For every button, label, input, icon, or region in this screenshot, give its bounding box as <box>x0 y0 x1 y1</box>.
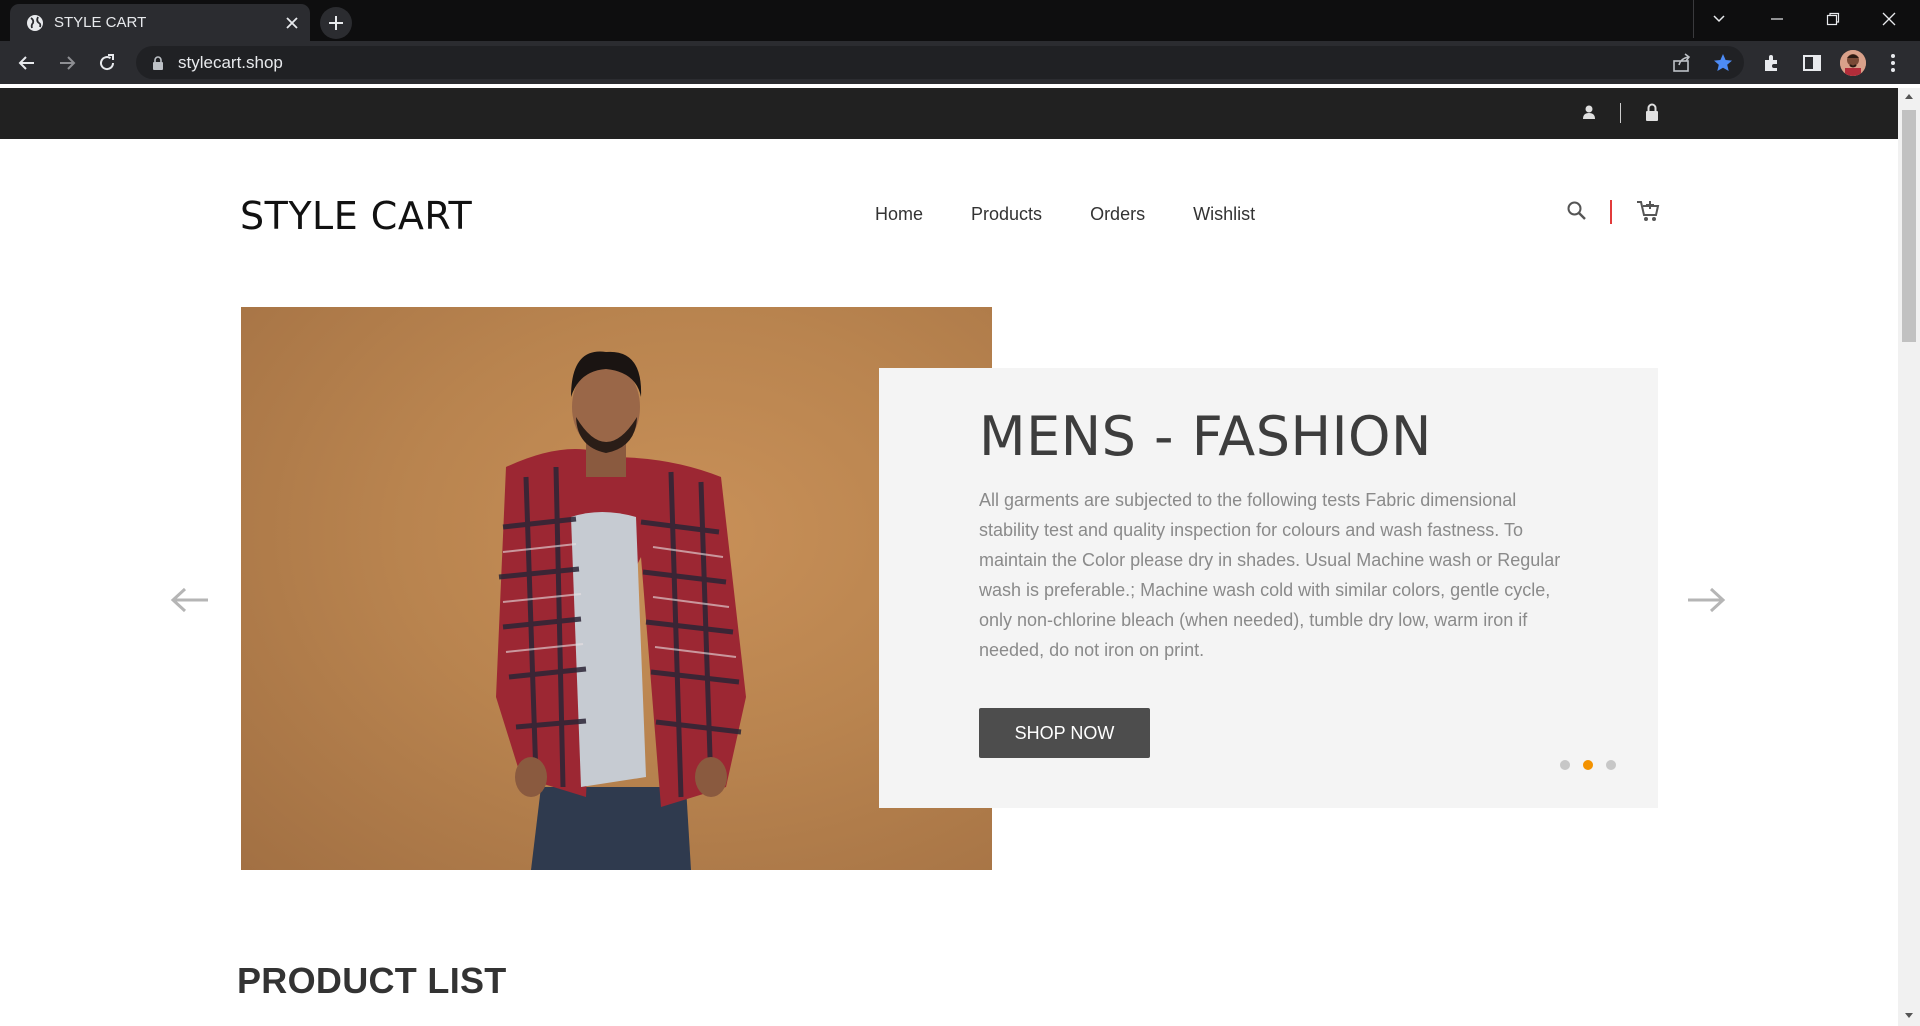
tab-search-button[interactable] <box>1696 0 1742 38</box>
header-divider <box>1610 200 1612 224</box>
reload-button[interactable] <box>93 49 121 77</box>
tab-title: STYLE CART <box>54 14 147 31</box>
product-list-heading: PRODUCT LIST <box>237 960 507 1001</box>
shop-now-button[interactable]: SHOP NOW <box>979 708 1150 758</box>
carousel-dot-2[interactable] <box>1583 760 1593 770</box>
extensions-icon[interactable] <box>1761 52 1783 74</box>
close-icon[interactable] <box>283 14 301 32</box>
window-controls-divider <box>1693 0 1694 38</box>
page-content: STYLE CART Home Products Orders Wishlist <box>0 88 1898 1026</box>
carousel-dot-3[interactable] <box>1606 760 1616 770</box>
arrow-left-icon[interactable] <box>170 586 210 614</box>
nav-item-products[interactable]: Products <box>971 204 1042 225</box>
carousel-dots <box>1560 760 1616 770</box>
user-icon[interactable] <box>1581 104 1597 120</box>
reload-icon <box>100 54 115 71</box>
scrollbar-thumb[interactable] <box>1902 110 1916 342</box>
close-window-button[interactable] <box>1866 0 1912 38</box>
minimize-icon <box>1771 18 1783 20</box>
new-tab-button[interactable] <box>320 7 352 39</box>
hero-description: All garments are subjected to the follow… <box>979 490 1561 660</box>
share-icon[interactable] <box>1671 52 1693 74</box>
hero-title: MENS - FASHION <box>979 405 1432 468</box>
globe-icon <box>26 14 44 32</box>
close-icon <box>1882 12 1896 26</box>
kebab-menu-icon[interactable] <box>1882 52 1904 74</box>
side-panel-icon[interactable] <box>1801 52 1823 74</box>
forward-button[interactable] <box>53 49 81 77</box>
main-nav: Home Products Orders Wishlist <box>875 204 1303 225</box>
restore-button[interactable] <box>1810 0 1856 38</box>
address-bar[interactable]: stylecart.shop <box>136 46 1744 79</box>
restore-icon <box>1826 12 1840 26</box>
lock-icon[interactable] <box>1644 103 1660 121</box>
site-topbar <box>0 88 1898 139</box>
browser-toolbar: stylecart.shop <box>0 41 1920 84</box>
back-button[interactable] <box>13 49 41 77</box>
cart-icon[interactable] <box>1635 198 1661 224</box>
browser-tab-bar: STYLE CART <box>0 0 1920 41</box>
arrow-right-icon[interactable] <box>1686 586 1726 614</box>
nav-item-home[interactable]: Home <box>875 204 923 225</box>
forward-icon <box>60 56 76 70</box>
brand-logo[interactable]: STYLE CART <box>240 194 472 238</box>
plus-icon <box>329 16 343 30</box>
topbar-divider <box>1620 103 1621 123</box>
url-text[interactable]: stylecart.shop <box>178 53 283 73</box>
search-icon[interactable] <box>1566 200 1588 222</box>
chevron-down-icon <box>1713 15 1725 23</box>
carousel-dot-1[interactable] <box>1560 760 1570 770</box>
minimize-button[interactable] <box>1754 0 1800 38</box>
lock-icon[interactable] <box>152 56 164 70</box>
nav-item-orders[interactable]: Orders <box>1090 204 1145 225</box>
back-icon <box>18 56 34 70</box>
scroll-up-icon[interactable] <box>1904 92 1914 100</box>
browser-tab[interactable]: STYLE CART <box>10 4 310 41</box>
nav-item-wishlist[interactable]: Wishlist <box>1193 204 1255 225</box>
scroll-down-icon[interactable] <box>1904 1012 1914 1020</box>
star-icon[interactable] <box>1712 52 1734 74</box>
page-scrollbar[interactable] <box>1898 88 1920 1026</box>
hero-card: MENS - FASHION All garments are subjecte… <box>879 368 1658 808</box>
avatar[interactable] <box>1840 50 1866 76</box>
